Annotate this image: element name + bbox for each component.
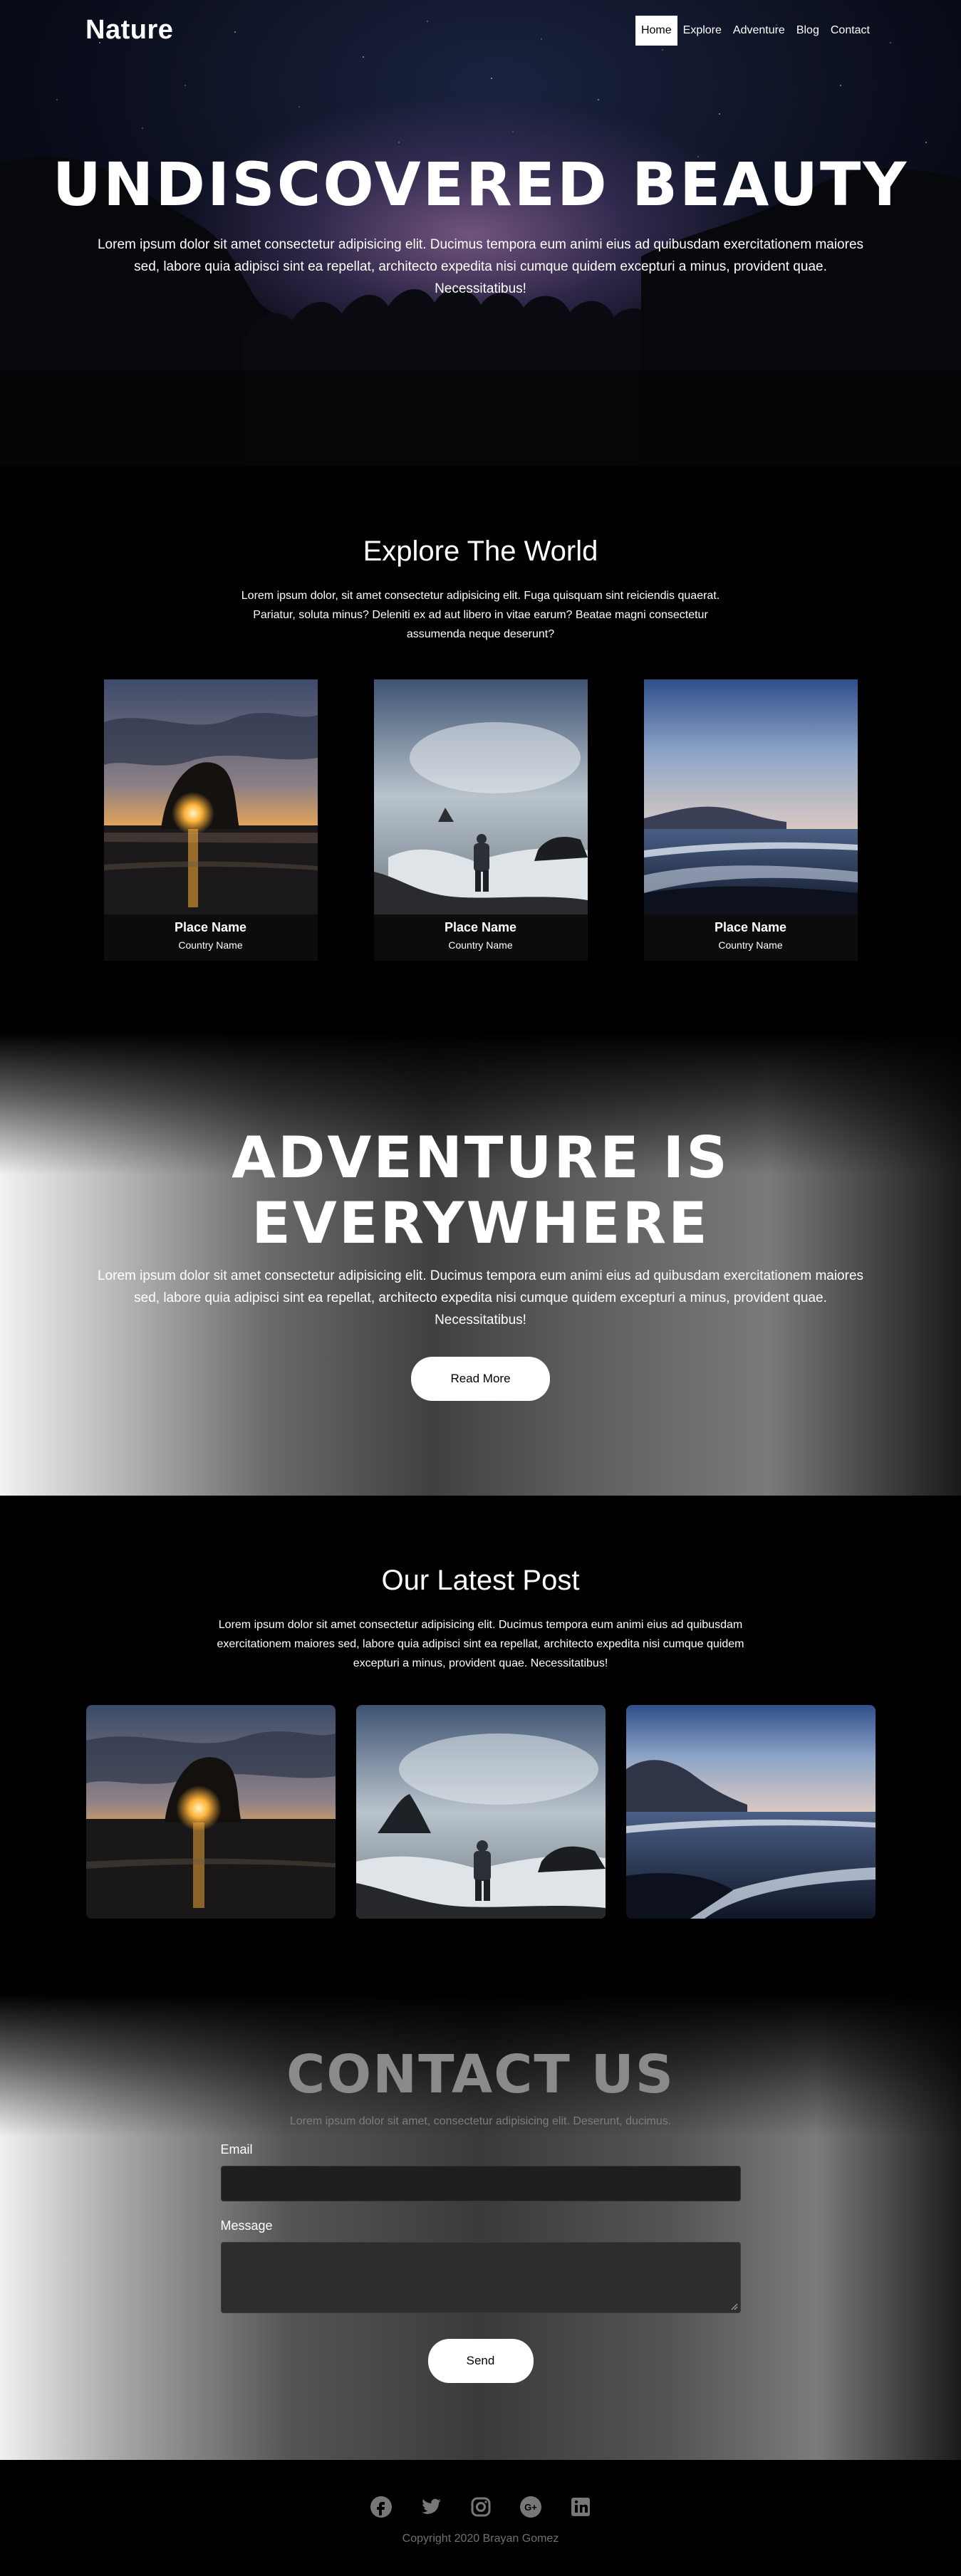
email-label: Email [220,2142,253,2157]
nav-item-blog[interactable]: Blog [791,16,825,46]
email-field[interactable] [220,2166,741,2201]
message-label: Message [220,2218,273,2233]
post-card[interactable] [625,1705,876,1919]
country-name: Country Name [448,939,513,951]
black-sand-beach-image [643,679,858,914]
sea-arch-sunset-image [103,679,318,914]
adventure-title: ADVENTURE IS EVERYWHERE [0,1125,961,1256]
place-card[interactable]: Place Name Country Name [373,679,588,961]
google-plus-icon[interactable]: G+ [519,2496,542,2518]
send-button[interactable]: Send [427,2339,534,2383]
country-name: Country Name [718,939,783,951]
explore-text: Lorem ipsum dolor, sit amet consectetur … [241,590,720,640]
contact-title: CONTACT US [286,2044,675,2105]
place-cards: Place Name Country Name Place Name Count… [0,679,961,961]
place-card[interactable]: Place Name Country Name [643,679,858,961]
hiker-waves-image [373,679,588,914]
social-links: G+ [0,2496,961,2518]
latest-posts-section: Our Latest Post Lorem ipsum dolor sit am… [0,1496,961,1994]
black-sand-beach-image [625,1705,876,1919]
nav-links: Home Explore Adventure Blog Contact [635,15,876,46]
read-more-button[interactable]: Read More [411,1357,550,1401]
hero-title: UNDISCOVERED BEAUTY [52,150,909,219]
footer: G+ Copyright 2020 Brayan Gomez [0,2460,961,2576]
place-name: Place Name [714,920,787,934]
linkedin-icon[interactable] [569,2496,592,2518]
hero-text: Lorem ipsum dolor sit amet consectetur a… [97,237,864,296]
copyright-text: Copyright 2020 Brayan Gomez [402,2533,559,2545]
contact-form: Email Message Send [220,2142,741,2383]
twitter-icon[interactable] [420,2496,442,2518]
adventure-title-line-1: ADVENTURE IS [232,1125,729,1191]
svg-text:G+: G+ [524,2502,537,2513]
place-name: Place Name [174,920,247,934]
brand-logo[interactable]: Nature [85,15,173,46]
place-name: Place Name [444,920,517,934]
sea-arch-sunset-image [85,1705,336,1919]
latest-title: Our Latest Post [381,1565,580,1596]
adventure-title-line-2: EVERYWHERE [251,1190,710,1256]
country-name: Country Name [178,939,243,951]
hero-content: UNDISCOVERED BEAUTY Lorem ipsum dolor si… [0,150,961,300]
facebook-icon[interactable] [370,2496,393,2518]
explore-title: Explore The World [363,536,598,567]
hiker-waves-image [355,1705,606,1919]
post-card[interactable] [85,1705,336,1919]
top-navbar: Nature Home Explore Adventure Blog Conta… [0,0,961,61]
place-card[interactable]: Place Name Country Name [103,679,318,961]
latest-text: Lorem ipsum dolor sit amet consectetur a… [217,1619,744,1669]
nav-item-home[interactable]: Home [635,15,677,46]
adventure-text: Lorem ipsum dolor sit amet consectetur a… [97,1268,864,1328]
contact-section: CONTACT US Lorem ipsum dolor sit amet, c… [0,1994,961,2460]
nav-item-adventure[interactable]: Adventure [727,16,791,46]
nav-item-explore[interactable]: Explore [677,16,727,46]
post-gallery [0,1705,961,1919]
nav-item-contact[interactable]: Contact [825,16,876,46]
message-field[interactable] [220,2242,741,2313]
adventure-section: ADVENTURE IS EVERYWHERE Lorem ipsum dolo… [0,1033,961,1496]
instagram-icon[interactable] [469,2496,492,2518]
resize-handle-icon[interactable] [731,2303,738,2310]
hero-section: Nature Home Explore Adventure Blog Conta… [0,0,961,466]
contact-subtitle: Lorem ipsum dolor sit amet, consectetur … [289,2115,672,2127]
explore-section: Explore The World Lorem ipsum dolor, sit… [0,466,961,1033]
post-card[interactable] [355,1705,606,1919]
